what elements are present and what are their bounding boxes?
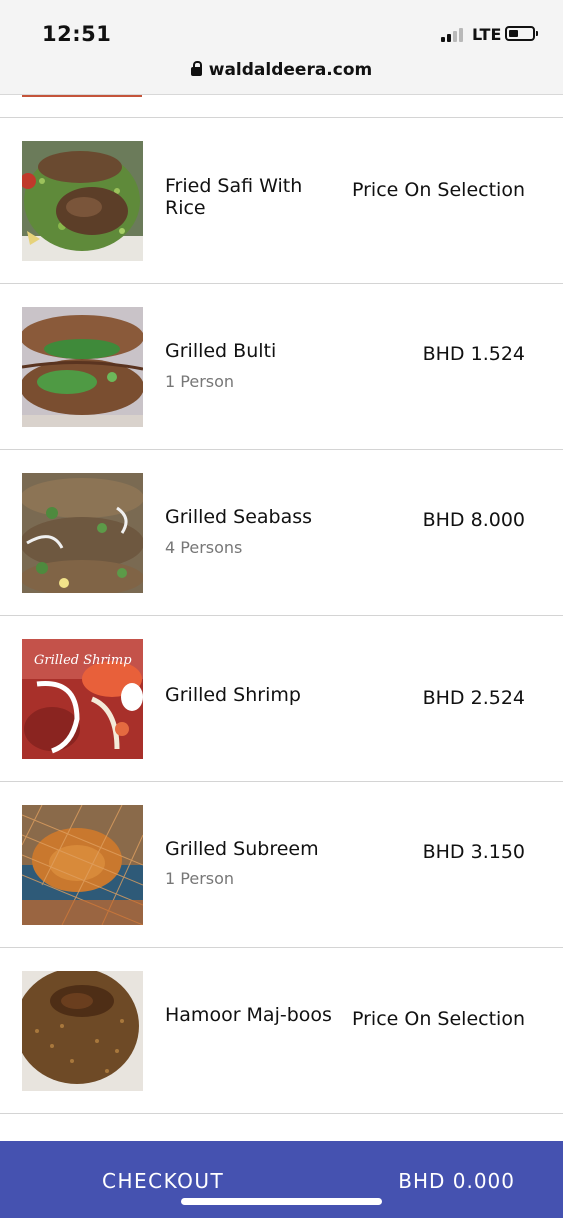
menu-item-name: Grilled Bulti [165,340,277,362]
network-type: LTE [472,25,502,44]
address-bar[interactable]: waldaldeera.com [0,60,563,80]
menu-item-price: BHD 3.150 [422,841,525,863]
grilled-shrimp-image-caption: Grilled Shrimp [34,653,132,668]
previous-item-image-edge [22,95,142,97]
menu-item-name: Grilled Shrimp [165,684,301,706]
menu-item-grilled-subreem[interactable]: Grilled Subreem 1 Person BHD 3.150 [0,782,563,948]
menu-item-price: Price On Selection [352,1008,525,1030]
previous-menu-item-partial [0,95,563,118]
menu-item-hamoor-majboos[interactable]: Hamoor Maj-boos Price On Selection [0,948,563,1114]
menu-item-name: Hamoor Maj-boos [165,1004,332,1026]
menu-item-serving: 4 Persons [165,538,243,557]
menu-item-grilled-seabass[interactable]: Grilled Seabass 4 Persons BHD 8.000 [0,450,563,616]
menu-item-name: Grilled Subreem [165,838,319,860]
lock-icon [190,61,202,76]
cart-total: BHD 0.000 [398,1169,515,1193]
status-time: 12:51 [42,22,112,46]
menu-item-price: BHD 1.524 [422,343,525,365]
menu-item-price: Price On Selection [352,179,525,201]
checkout-button[interactable]: CHECKOUT [102,1169,224,1193]
checkout-bar[interactable]: CHECKOUT BHD 0.000 [0,1141,563,1218]
menu-item-fried-safi[interactable]: Fried Safi With Rice Price On Selection [0,118,563,284]
menu-item-price: BHD 2.524 [422,687,525,709]
menu-item-serving: 1 Person [165,372,235,391]
menu-item-serving: 1 Person [165,869,235,888]
hamoor-majboos-photo [22,971,143,1091]
signal-strength-icon [441,28,467,42]
fried-safi-photo [22,141,143,261]
grilled-bulti-photo [22,307,143,427]
menu-list: Fried Safi With Rice Price On Selection … [0,118,563,1114]
menu-item-name: Fried Safi With Rice [165,175,303,219]
home-indicator[interactable] [181,1198,382,1205]
menu-item-grilled-shrimp[interactable]: Grilled Shrimp Grilled Shrimp BHD 2.524 [0,616,563,782]
menu-item-price: BHD 8.000 [422,509,525,531]
menu-item-grilled-bulti[interactable]: Grilled Bulti 1 Person BHD 1.524 [0,284,563,450]
url-text: waldaldeera.com [208,60,373,80]
battery-icon [505,26,538,41]
grilled-seabass-photo [22,473,143,593]
menu-item-name: Grilled Seabass [165,506,313,528]
grilled-subreem-photo [22,805,143,925]
status-bar: 12:51 LTE waldaldeera.com [0,0,563,95]
